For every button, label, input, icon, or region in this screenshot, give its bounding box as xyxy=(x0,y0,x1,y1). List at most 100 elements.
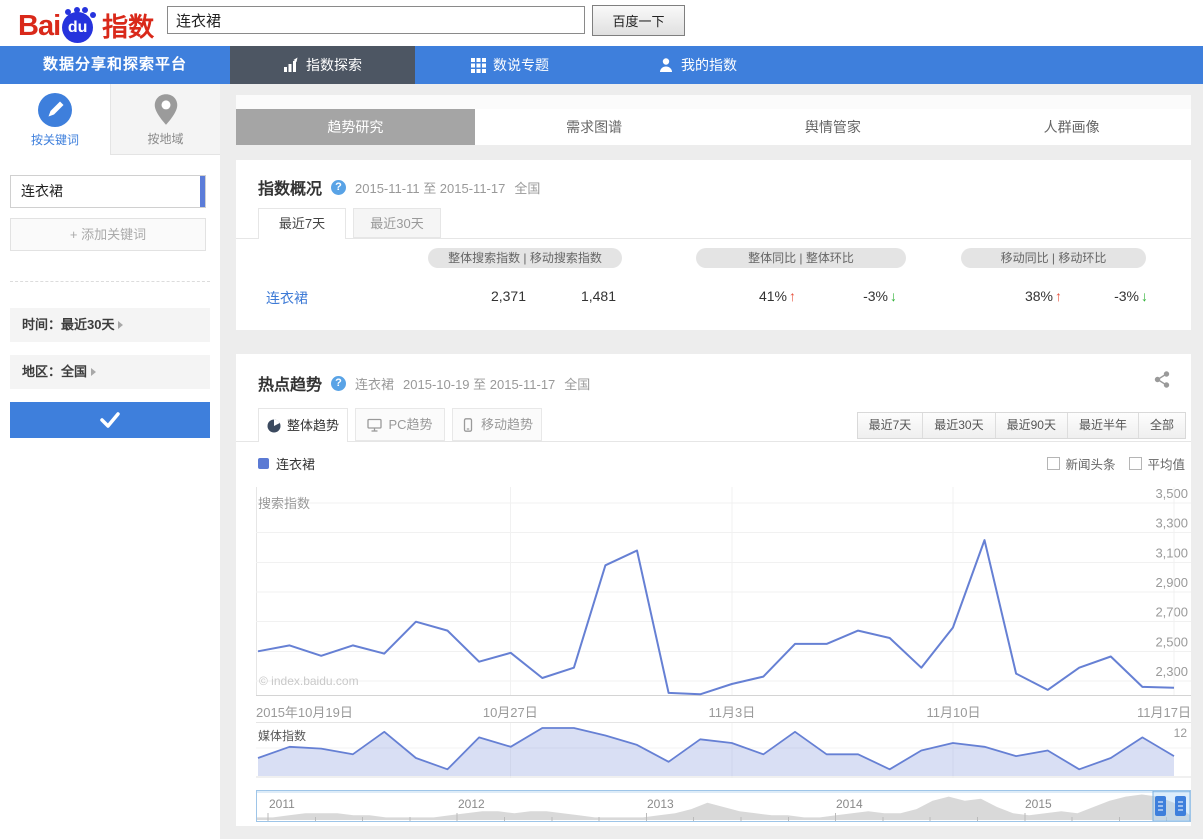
tab-trend-research[interactable]: 趋势研究 xyxy=(236,109,475,145)
trend-title: 热点趋势 xyxy=(258,377,323,394)
user-icon xyxy=(660,58,672,72)
mobile-mom-value: -3% ↓ xyxy=(1114,288,1148,304)
tab-last-30-days[interactable]: 最近30天 xyxy=(353,208,441,238)
tab-pc-trend[interactable]: PC趋势 xyxy=(355,408,445,441)
bar-chart-icon xyxy=(284,57,298,72)
svg-text:3,300: 3,300 xyxy=(1155,516,1188,531)
chevron-right-icon xyxy=(118,321,124,329)
trend-type-tabs: 整体趋势 PC趋势 移动趋势 xyxy=(258,408,542,442)
platform-title: 数据分享和探索平台 xyxy=(42,56,187,73)
main-content: 趋势研究 需求图谱 舆情管家 人群画像 指数概况 ? 2015-11-11 至 … xyxy=(236,84,1191,826)
sidebar-mode-tabs: 按关键词 按地域 xyxy=(0,84,220,155)
media-index-area-chart xyxy=(256,723,1191,778)
top-header: Bai du 指数 百度一下 xyxy=(0,0,1203,46)
tab-overall-trend[interactable]: 整体趋势 xyxy=(258,408,348,442)
x-tick-label: 11月10日 xyxy=(926,705,981,720)
checkbox-label: 平均值 xyxy=(1147,458,1185,472)
chevron-right-icon xyxy=(91,368,97,376)
checkbox-news-headlines[interactable]: 新闻头条 xyxy=(1047,454,1115,473)
up-arrow-icon: ↑ xyxy=(1055,288,1062,304)
svg-text:2,300: 2,300 xyxy=(1155,664,1188,679)
sidebar-tab-by-keyword[interactable]: 按关键词 xyxy=(0,84,110,155)
trend-region: 全国 xyxy=(564,376,591,392)
main-nav: 数据分享和探索平台 指数探索 数说专题 我的指数 xyxy=(0,46,1203,84)
pie-icon xyxy=(267,418,281,432)
checkbox-label: 新闻头条 xyxy=(1065,458,1116,472)
sidebar-tab-label: 按关键词 xyxy=(30,133,79,147)
search-button[interactable]: 百度一下 xyxy=(592,5,685,36)
logo-text-zhishu: 指数 xyxy=(102,12,155,42)
search-axis-label: 搜索指数 xyxy=(258,496,311,511)
range-button-7d[interactable]: 最近7天 xyxy=(858,413,923,438)
nav-item-label: 数说专题 xyxy=(493,57,549,73)
overview-title: 指数概况 xyxy=(258,181,323,198)
help-icon[interactable]: ? xyxy=(331,179,347,195)
svg-text:3,100: 3,100 xyxy=(1155,545,1188,560)
range-button-90d[interactable]: 最近90天 xyxy=(994,413,1067,438)
add-keyword-button[interactable]: + 添加关键词 xyxy=(10,218,206,251)
sidebar-divider xyxy=(10,281,210,282)
checkbox-icon xyxy=(1047,457,1061,470)
chart-options: 新闻头条 平均值 xyxy=(1047,454,1185,473)
timeline-slider[interactable]: 2011 2012 2013 2014 2015 xyxy=(256,790,1191,822)
phone-icon xyxy=(463,417,473,432)
search-input[interactable] xyxy=(167,6,585,34)
tab-row-backdrop xyxy=(236,95,1191,109)
x-axis-labels: 2015年10月19日 10月27日 11月3日 11月10日 11月17日 xyxy=(256,696,1191,722)
svg-text:2,700: 2,700 xyxy=(1155,605,1188,620)
x-tick-label: 11月17日 xyxy=(1137,705,1191,720)
media-axis-label: 媒体指数 xyxy=(258,729,307,743)
search-index-chart[interactable]: 2,300 2,500 2,700 2,900 3,100 3,300 3,500 搜索指数… xyxy=(256,487,1191,696)
hot-trend-card: 热点趋势 ? 连衣裙 2015-10-19 至 2015-11-17 全国 整体… xyxy=(236,354,1191,826)
nav-item-data-topics[interactable]: 数说专题 xyxy=(420,46,600,84)
tab-sentiment-manager[interactable]: 舆情管家 xyxy=(714,109,953,145)
keyword-box[interactable]: 连衣裙 xyxy=(10,175,206,208)
time-filter[interactable]: 时间：最近30天 xyxy=(10,308,210,342)
logo-text-bai: Bai xyxy=(18,10,61,42)
region-filter[interactable]: 地区：全国 xyxy=(10,355,210,389)
overall-mom-value: -3% ↓ xyxy=(863,288,897,304)
media-index-chart[interactable]: 媒体指数 12 xyxy=(256,722,1191,778)
baidu-index-logo[interactable]: Bai du 指数 xyxy=(18,5,154,43)
column-header-search-index: 整体搜索指数 | 移动搜索指数 xyxy=(428,248,622,268)
trend-keyword: 连衣裙 xyxy=(355,376,395,392)
tab-audience-profile[interactable]: 人群画像 xyxy=(952,109,1191,145)
index-overview-card: 指数概况 ? 2015-11-11 至 2015-11-17 全国 最近7天 最… xyxy=(236,160,1191,330)
share-icon[interactable] xyxy=(1154,371,1171,388)
tab-last-7-days[interactable]: 最近7天 xyxy=(258,208,346,239)
nav-item-my-index[interactable]: 我的指数 xyxy=(605,46,790,84)
svg-text:2015: 2015 xyxy=(1025,797,1052,811)
media-max-value: 12 xyxy=(1173,726,1187,740)
nav-item-index-explore[interactable]: 指数探索 xyxy=(230,46,415,84)
down-arrow-icon: ↓ xyxy=(890,288,897,304)
tab-demand-map[interactable]: 需求图谱 xyxy=(475,109,714,145)
sidebar-tab-label: 按地域 xyxy=(147,132,184,146)
keyword-accent-bar xyxy=(200,176,205,207)
row-keyword-link[interactable]: 连衣裙 xyxy=(266,288,308,308)
checkbox-average[interactable]: 平均值 xyxy=(1129,454,1185,473)
sidebar: 按关键词 按地域 连衣裙 + 添加关键词 时间：最近30天 地区：全国 xyxy=(0,84,220,839)
overview-date-range: 2015-11-11 至 2015-11-17 xyxy=(355,180,506,196)
timeline-sparkline: 2011 2012 2013 2014 2015 xyxy=(257,791,1190,821)
range-button-30d[interactable]: 最近30天 xyxy=(922,413,994,438)
monitor-icon xyxy=(367,418,383,432)
time-range-buttons: 最近7天 最近30天 最近90天 最近半年 全部 xyxy=(856,412,1186,439)
help-icon[interactable]: ? xyxy=(331,375,347,391)
svg-text:2011: 2011 xyxy=(269,797,295,811)
svg-text:2,500: 2,500 xyxy=(1155,634,1188,649)
range-button-half-year[interactable]: 最近半年 xyxy=(1066,413,1138,438)
sidebar-tab-by-region[interactable]: 按地域 xyxy=(110,84,220,155)
x-tick-label: 10月27日 xyxy=(482,705,538,720)
keyword-text: 连衣裙 xyxy=(21,183,63,199)
nav-item-label: 我的指数 xyxy=(681,57,737,73)
nav-item-label: 指数探索 xyxy=(306,57,362,73)
range-button-all[interactable]: 全部 xyxy=(1137,413,1185,438)
legend-keyword: 连衣裙 xyxy=(276,457,316,472)
time-filter-label: 时间：最近30天 xyxy=(22,317,115,332)
research-tabs: 趋势研究 需求图谱 舆情管家 人群画像 xyxy=(236,109,1191,145)
overall-search-index-value: 2,371 xyxy=(490,288,526,304)
confirm-button[interactable] xyxy=(10,402,210,438)
tab-mobile-trend[interactable]: 移动趋势 xyxy=(452,408,542,441)
paw-icon: du xyxy=(62,9,96,43)
search-index-line-chart: 2,300 2,500 2,700 2,900 3,100 3,300 3,500 xyxy=(256,487,1191,696)
